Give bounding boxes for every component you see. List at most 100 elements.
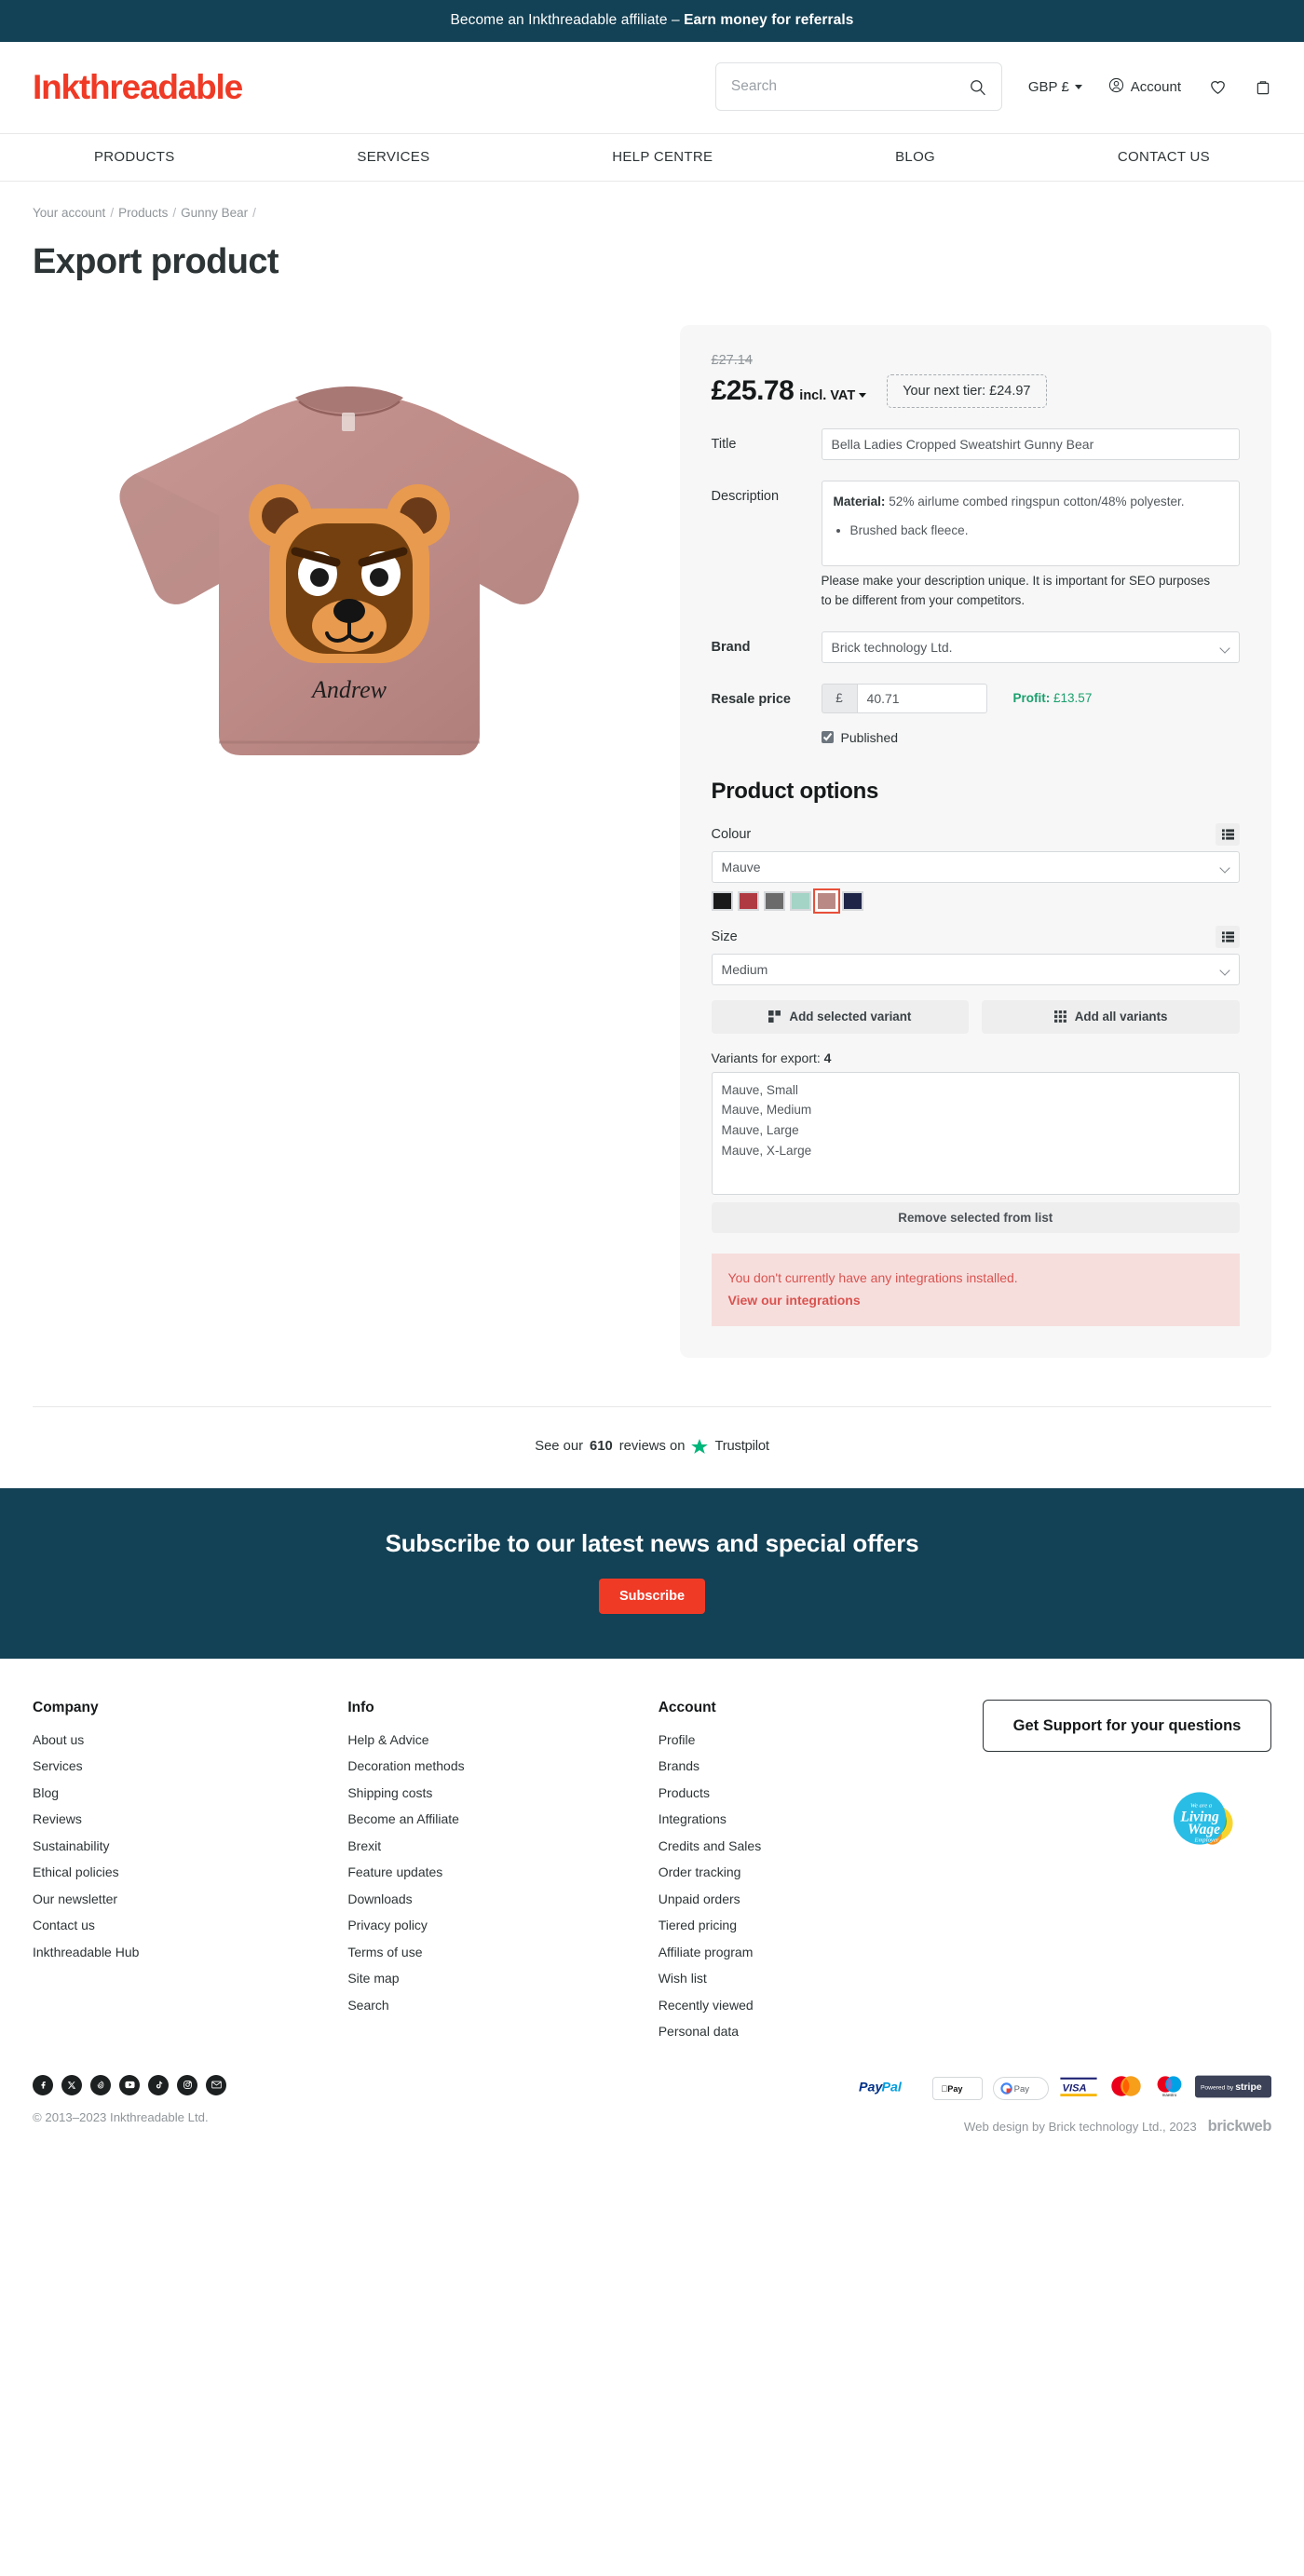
remove-selected-button[interactable]: Remove selected from list <box>711 1201 1240 1233</box>
footer-link-sustainability[interactable]: Sustainability <box>33 1838 110 1853</box>
variant-item[interactable]: Mauve, Small <box>722 1080 1229 1101</box>
footer-link-inkthreadable-hub[interactable]: Inkthreadable Hub <box>33 1945 139 1959</box>
facebook-icon[interactable] <box>33 2074 53 2095</box>
nav-item[interactable]: CONTACT US <box>1112 134 1216 181</box>
footer-link-brands[interactable]: Brands <box>659 1758 700 1773</box>
add-all-variants-button[interactable]: Add all variants <box>982 999 1240 1034</box>
footer-link-personal-data[interactable]: Personal data <box>659 2024 739 2039</box>
breadcrumb-item-products[interactable]: Products <box>118 206 168 220</box>
footer-list-item[interactable]: Affiliate program <box>659 1945 983 1961</box>
footer-list-item[interactable]: Unpaid orders <box>659 1891 983 1908</box>
variants-list[interactable]: Mauve, Small Mauve, Medium Mauve, Large … <box>711 1071 1240 1195</box>
nav-link-blog[interactable]: BLOG <box>890 134 941 181</box>
footer-link-about-us[interactable]: About us <box>33 1732 84 1747</box>
swatch-mint[interactable] <box>789 890 811 911</box>
instagram-icon[interactable] <box>177 2074 197 2095</box>
colour-select[interactable]: Mauve <box>711 850 1240 883</box>
resale-price-input[interactable] <box>856 683 987 713</box>
size-list-view-button[interactable] <box>1216 925 1240 948</box>
next-tier-badge[interactable]: Your next tier: £24.97 <box>887 374 1047 408</box>
footer-list-item[interactable]: Integrations <box>659 1811 983 1828</box>
footer-list-item[interactable]: Help & Advice <box>347 1732 658 1749</box>
footer-list-item[interactable]: Order tracking <box>659 1864 983 1881</box>
search-box[interactable] <box>714 62 1002 111</box>
footer-list-item[interactable]: Downloads <box>347 1891 658 1908</box>
footer-list-item[interactable]: Brexit <box>347 1838 658 1855</box>
x-twitter-icon[interactable] <box>61 2074 82 2095</box>
footer-link-order-tracking[interactable]: Order tracking <box>659 1864 741 1879</box>
nav-link-services[interactable]: SERVICES <box>351 134 435 181</box>
footer-list-item[interactable]: Sustainability <box>33 1838 347 1855</box>
nav-link-contact-us[interactable]: CONTACT US <box>1112 134 1216 181</box>
affiliate-link[interactable]: Earn money for referrals <box>684 12 853 28</box>
swatch-grey[interactable] <box>763 890 785 911</box>
footer-link-tiered-pricing[interactable]: Tiered pricing <box>659 1918 737 1932</box>
footer-list-item[interactable]: Feature updates <box>347 1864 658 1881</box>
threads-icon[interactable] <box>90 2074 111 2095</box>
footer-link-credits-and-sales[interactable]: Credits and Sales <box>659 1838 762 1853</box>
footer-list-item[interactable]: Privacy policy <box>347 1918 658 1934</box>
add-selected-variant-button[interactable]: Add selected variant <box>711 999 970 1034</box>
nav-item[interactable]: SERVICES <box>351 134 435 181</box>
footer-list-item[interactable]: Blog <box>33 1785 347 1802</box>
footer-link-terms-of-use[interactable]: Terms of use <box>347 1945 422 1959</box>
brand-select[interactable]: Brick technology Ltd. <box>821 630 1240 663</box>
footer-list-item[interactable]: Personal data <box>659 2024 983 2040</box>
footer-list-item[interactable]: Credits and Sales <box>659 1838 983 1855</box>
footer-list-item[interactable]: Recently viewed <box>659 1998 983 2014</box>
footer-list-item[interactable]: Services <box>33 1758 347 1775</box>
footer-link-integrations[interactable]: Integrations <box>659 1811 727 1826</box>
footer-list-item[interactable]: Our newsletter <box>33 1891 347 1908</box>
footer-link-site-map[interactable]: Site map <box>347 1971 399 1986</box>
subscribe-button[interactable]: Subscribe <box>598 1578 706 1614</box>
breadcrumb-item-account[interactable]: Your account <box>33 206 105 220</box>
price-current-group[interactable]: £25.78 incl. VAT <box>712 375 867 407</box>
title-input[interactable] <box>821 428 1240 460</box>
heart-icon[interactable] <box>1209 78 1227 96</box>
breadcrumb-item-gunny-bear[interactable]: Gunny Bear <box>181 206 248 220</box>
search-icon[interactable] <box>969 78 986 96</box>
variant-item[interactable]: Mauve, Medium <box>722 1100 1229 1120</box>
footer-link-unpaid-orders[interactable]: Unpaid orders <box>659 1891 740 1906</box>
swatch-navy[interactable] <box>841 890 863 911</box>
nav-link-help-centre[interactable]: HELP CENTRE <box>606 134 718 181</box>
footer-link-ethical-policies[interactable]: Ethical policies <box>33 1864 119 1879</box>
chevron-down-icon[interactable] <box>859 393 867 399</box>
size-select[interactable]: Medium <box>711 953 1240 985</box>
footer-link-products[interactable]: Products <box>659 1785 710 1800</box>
footer-list-item[interactable]: Shipping costs <box>347 1785 658 1802</box>
description-editor[interactable]: Material: 52% airlume combed ringspun co… <box>821 481 1240 566</box>
footer-link-affiliate-program[interactable]: Affiliate program <box>659 1945 754 1959</box>
account-link[interactable]: Account <box>1108 77 1181 97</box>
footer-link-recently-viewed[interactable]: Recently viewed <box>659 1998 754 2013</box>
footer-list-item[interactable]: Brands <box>659 1758 983 1775</box>
footer-link-contact-us[interactable]: Contact us <box>33 1918 95 1932</box>
footer-link-decoration-methods[interactable]: Decoration methods <box>347 1758 464 1773</box>
email-icon[interactable] <box>206 2074 226 2095</box>
footer-list-item[interactable]: Inkthreadable Hub <box>33 1945 347 1961</box>
get-support-button[interactable]: Get Support for your questions <box>983 1699 1271 1752</box>
footer-list-item[interactable]: Products <box>659 1785 983 1802</box>
swatch-black[interactable] <box>711 890 733 911</box>
nav-link-products[interactable]: PRODUCTS <box>88 134 181 181</box>
colour-list-view-button[interactable] <box>1216 822 1240 846</box>
footer-link-privacy-policy[interactable]: Privacy policy <box>347 1918 428 1932</box>
footer-list-item[interactable]: Wish list <box>659 1971 983 1987</box>
footer-list-item[interactable]: Become an Affiliate <box>347 1811 658 1828</box>
footer-list-item[interactable]: Ethical policies <box>33 1864 347 1881</box>
footer-link-shipping-costs[interactable]: Shipping costs <box>347 1785 432 1800</box>
variant-item[interactable]: Mauve, X-Large <box>722 1141 1229 1161</box>
footer-list-item[interactable]: Search <box>347 1998 658 2014</box>
swatch-mauve[interactable] <box>812 888 840 914</box>
footer-link-reviews[interactable]: Reviews <box>33 1811 82 1826</box>
affiliate-banner[interactable]: Become an Inkthreadable affiliate – Earn… <box>0 0 1304 42</box>
site-logo[interactable]: Inkthreadable <box>33 70 243 104</box>
footer-link-services[interactable]: Services <box>33 1758 83 1773</box>
search-input[interactable] <box>730 78 969 95</box>
bag-icon[interactable] <box>1255 78 1271 96</box>
variant-item[interactable]: Mauve, Large <box>722 1120 1229 1141</box>
footer-link-brexit[interactable]: Brexit <box>347 1838 381 1853</box>
footer-link-profile[interactable]: Profile <box>659 1732 696 1747</box>
footer-list-item[interactable]: Profile <box>659 1732 983 1749</box>
product-image[interactable]: Andrew <box>42 334 657 912</box>
